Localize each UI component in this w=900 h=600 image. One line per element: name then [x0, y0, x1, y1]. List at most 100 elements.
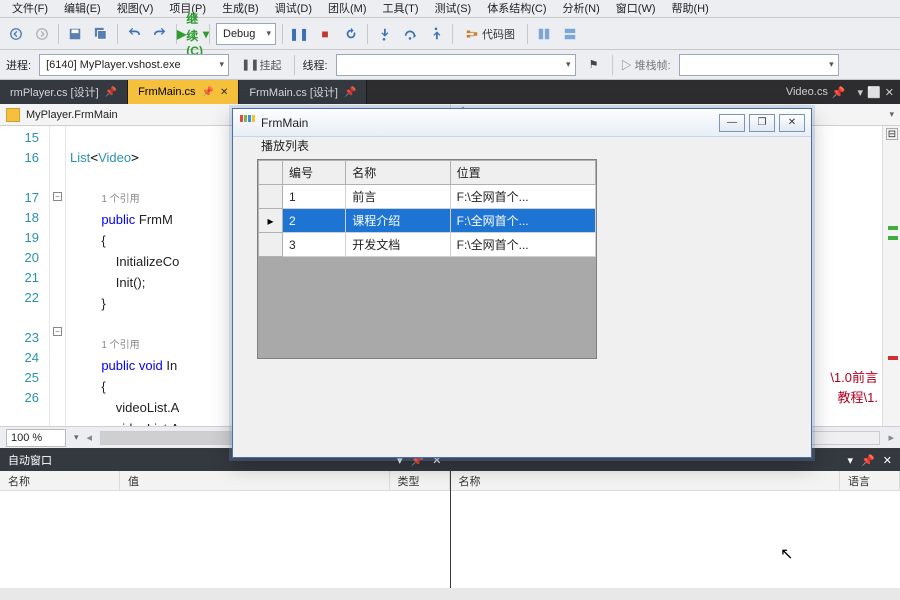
row-header[interactable]: [259, 233, 283, 257]
flag-icon[interactable]: ⚑: [584, 55, 604, 75]
tab-frmmain-cs[interactable]: FrmMain.cs 📌 ✕: [128, 80, 239, 104]
split-icon[interactable]: ⊟: [886, 128, 898, 140]
right-tool-window: ▾ 📌 ✕ 名称 语言: [451, 448, 900, 588]
right-body[interactable]: [451, 491, 900, 588]
menu-debug[interactable]: 调试(D): [269, 0, 318, 17]
col-name[interactable]: 名称: [0, 471, 120, 490]
codemap-button[interactable]: 代码图: [459, 24, 521, 44]
playlist-groupbox: 播放列表 编号 名称 位置 1 前言 F:\全网首个...: [251, 145, 599, 445]
col-name[interactable]: 名称: [451, 471, 841, 490]
col-id[interactable]: 编号: [283, 161, 346, 185]
suspend-button[interactable]: ❚❚ 挂起: [237, 55, 285, 75]
separator: [58, 24, 59, 44]
tab-overflow-icon[interactable]: ▾: [858, 86, 864, 99]
cell-path[interactable]: F:\全网首个...: [450, 185, 595, 209]
pin-icon[interactable]: 📌: [832, 86, 846, 99]
grid-row[interactable]: 3 开发文档 F:\全网首个...: [259, 233, 596, 257]
tab-video-cs[interactable]: Video.cs 📌: [778, 86, 854, 99]
tool-icon-1[interactable]: [534, 24, 554, 44]
line-number-gutter: 15 16 17 18 19 20 21 22 23 24 25 26: [0, 126, 50, 426]
menu-build[interactable]: 生成(B): [216, 0, 265, 17]
close-icon[interactable]: ✕: [220, 87, 228, 98]
menu-window[interactable]: 窗口(W): [610, 0, 662, 17]
separator: [367, 24, 368, 44]
cell-name[interactable]: 开发文档: [346, 233, 450, 257]
process-combo[interactable]: [6140] MyPlayer.vshost.exe: [39, 54, 229, 76]
menu-test[interactable]: 测试(S): [429, 0, 478, 17]
close-button[interactable]: ✕: [779, 114, 805, 132]
save-icon[interactable]: [65, 24, 85, 44]
tool-icon-2[interactable]: [560, 24, 580, 44]
maximize-button[interactable]: ❐: [749, 114, 775, 132]
grid-row[interactable]: 1 前言 F:\全网首个...: [259, 185, 596, 209]
col-lang[interactable]: 语言: [840, 471, 900, 490]
cell-id[interactable]: 3: [283, 233, 346, 257]
overview-ruler[interactable]: ⊟: [882, 126, 900, 426]
zoom-combo[interactable]: 100 %: [6, 429, 66, 447]
menu-team[interactable]: 团队(M): [322, 0, 373, 17]
zoom-dropdown-icon[interactable]: ▾: [74, 432, 79, 443]
cell-id[interactable]: 2: [283, 209, 346, 233]
close-icon[interactable]: ✕: [883, 454, 892, 467]
cell-id[interactable]: 1: [283, 185, 346, 209]
fold-toggle-icon[interactable]: −: [53, 192, 62, 201]
pin-icon[interactable]: 📌: [105, 87, 117, 98]
groupbox-label: 播放列表: [257, 137, 313, 154]
autos-body[interactable]: [0, 491, 450, 588]
pause-icon[interactable]: ❚❚: [289, 24, 309, 44]
menu-arch[interactable]: 体系结构(C): [481, 0, 552, 17]
save-all-icon[interactable]: [91, 24, 111, 44]
grid-row-selected[interactable]: ▸ 2 课程介绍 F:\全网首个...: [259, 209, 596, 233]
panel-menu-icon[interactable]: ▾: [848, 454, 854, 467]
thread-combo[interactable]: [336, 54, 576, 76]
restart-icon[interactable]: [341, 24, 361, 44]
hscroll-right-icon[interactable]: ▸: [888, 431, 894, 444]
cell-path[interactable]: F:\全网首个...: [450, 209, 595, 233]
redo-icon[interactable]: [150, 24, 170, 44]
nav-fwd-icon[interactable]: [32, 24, 52, 44]
stop-icon[interactable]: ■: [315, 24, 335, 44]
step-into-icon[interactable]: [374, 24, 394, 44]
menu-tools[interactable]: 工具(T): [377, 0, 425, 17]
nav-back-icon[interactable]: [6, 24, 26, 44]
menu-edit[interactable]: 编辑(E): [58, 0, 107, 17]
separator: [294, 55, 295, 75]
col-value[interactable]: 值: [120, 471, 390, 490]
pin-icon[interactable]: 📌: [861, 454, 875, 467]
autos-columns: 名称 值 类型: [0, 471, 450, 491]
app-titlebar[interactable]: FrmMain — ❐ ✕: [233, 109, 811, 137]
col-name[interactable]: 名称: [346, 161, 450, 185]
config-combo[interactable]: Debug: [216, 23, 276, 45]
menu-help[interactable]: 帮助(H): [666, 0, 715, 17]
step-over-icon[interactable]: [400, 24, 420, 44]
tab-frmplayer-design[interactable]: rmPlayer.cs [设计]📌: [0, 80, 128, 104]
stackframe-combo[interactable]: [679, 54, 839, 76]
playlist-datagrid[interactable]: 编号 名称 位置 1 前言 F:\全网首个... ▸ 2 课程介绍 F: [257, 159, 597, 359]
pin-icon[interactable]: 📌: [344, 87, 356, 98]
continue-button[interactable]: ▶ 继续(C) ▾: [183, 24, 203, 44]
row-header[interactable]: [259, 185, 283, 209]
fold-toggle-icon[interactable]: −: [53, 327, 62, 336]
col-type[interactable]: 类型: [390, 471, 450, 490]
minimize-button[interactable]: —: [719, 114, 745, 132]
cell-name[interactable]: 前言: [346, 185, 450, 209]
step-out-icon[interactable]: [426, 24, 446, 44]
pin-icon[interactable]: 📌: [202, 87, 214, 98]
menu-view[interactable]: 视图(V): [111, 0, 160, 17]
close-all-icon[interactable]: ✕: [885, 86, 894, 99]
row-header-current[interactable]: ▸: [259, 209, 283, 233]
tab-frmmain-design[interactable]: FrmMain.cs [设计]📌: [239, 80, 367, 104]
tab-label: FrmMain.cs: [138, 86, 195, 98]
cell-name[interactable]: 课程介绍: [346, 209, 450, 233]
col-path[interactable]: 位置: [450, 161, 595, 185]
cell-path[interactable]: F:\全网首个...: [450, 233, 595, 257]
menu-file[interactable]: 文件(F): [6, 0, 54, 17]
corner-header[interactable]: [259, 161, 283, 185]
process-label: 进程:: [6, 57, 31, 73]
app-window-frmmain[interactable]: FrmMain — ❐ ✕ 播放列表 编号 名称 位置 1 前: [232, 108, 812, 458]
menu-analyze[interactable]: 分析(N): [557, 0, 606, 17]
undo-icon[interactable]: [124, 24, 144, 44]
maximize-icon[interactable]: ⬜: [867, 86, 881, 99]
separator: [612, 55, 613, 75]
hscroll-left-icon[interactable]: ◂: [87, 431, 93, 444]
